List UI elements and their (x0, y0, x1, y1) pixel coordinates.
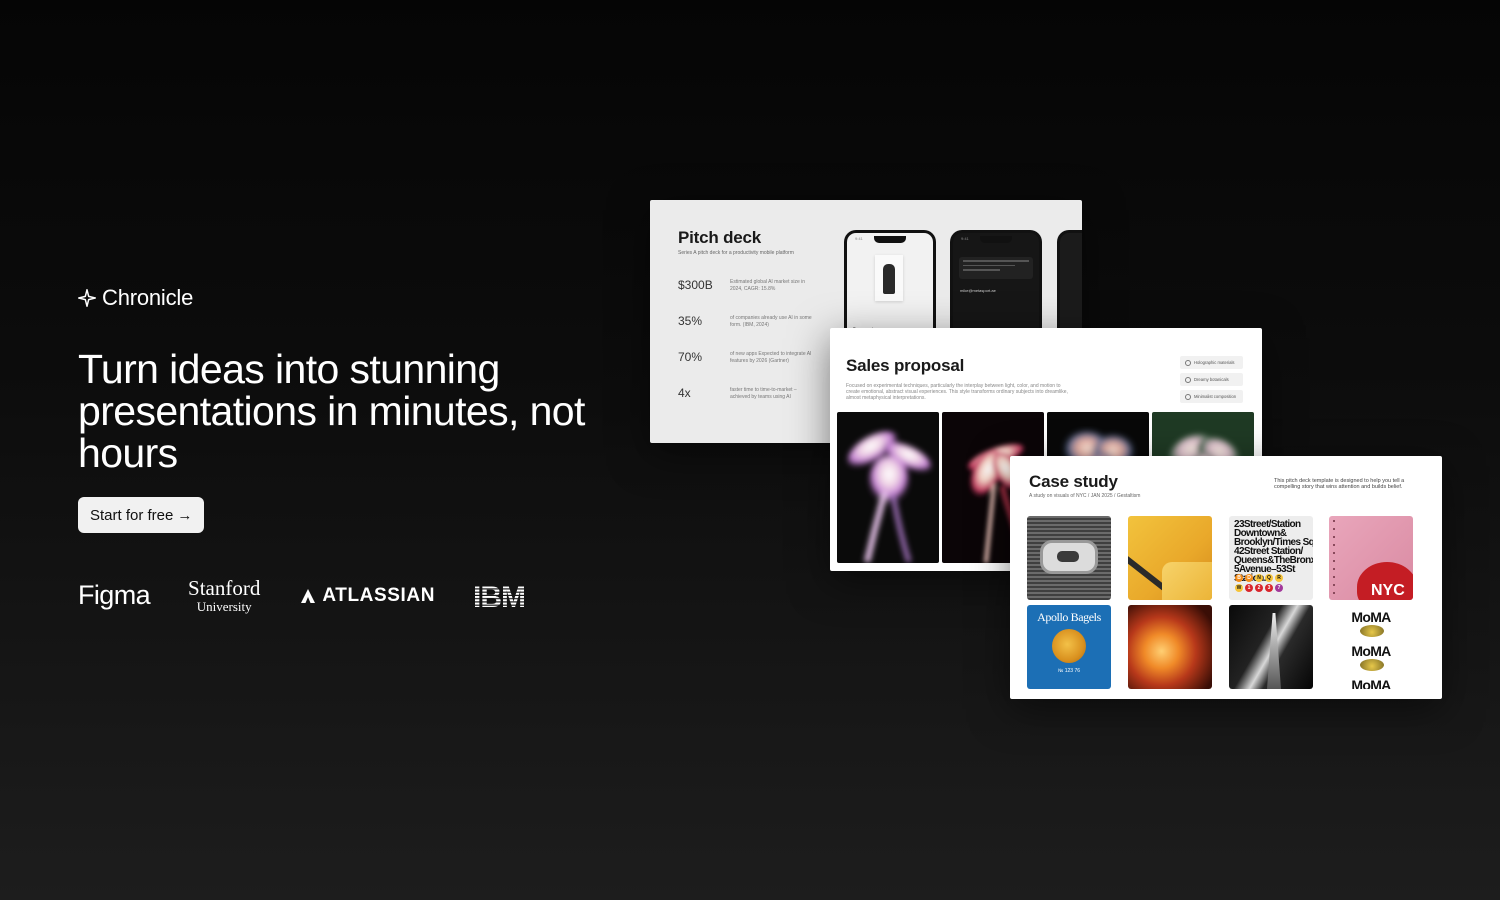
cta-label: Start for free (90, 506, 174, 524)
figma-logo: Figma (78, 580, 151, 610)
stat-row: 70% of new apps Expected to integrate AI… (678, 350, 812, 364)
phone-mockup: 9:41 Buy a poster (844, 230, 936, 340)
hero-headline: Turn ideas into stunning presentations i… (78, 346, 585, 476)
stanford-logo: Stanford University (188, 576, 261, 614)
style-chips: Holographic materials Dreamy botanicals … (1180, 356, 1243, 403)
moma-poster-tile: MoMA MoMA MoMA (1329, 605, 1413, 689)
skyscraper-image-tile (1229, 605, 1313, 689)
sparkle-icon (78, 289, 96, 307)
nyc-typography-tile: 23Street/Station Downtown& Brooklyn/Time… (1229, 516, 1313, 600)
sales-proposal-description: Focused on experimental techniques, part… (846, 383, 1068, 401)
case-study-subtitle: A study on visuals of NYC / JAN 2025 / G… (1029, 493, 1141, 499)
start-for-free-button[interactable]: Start for free → (78, 497, 205, 533)
arrow-right-icon: → (177, 506, 193, 524)
style-chip: Minimalist composition (1180, 390, 1243, 403)
case-study-card[interactable]: Case study A study on visuals of NYC / J… (1010, 456, 1442, 699)
case-study-title: Case study (1029, 472, 1118, 491)
atlassian-logo: ATLASSIAN (300, 585, 435, 607)
motion-blur-image-tile (1128, 605, 1212, 689)
sales-proposal-title: Sales proposal (846, 356, 965, 375)
chip-dot-icon (1185, 359, 1191, 366)
stat-row: $300B Estimated global AI market size in… (678, 278, 806, 292)
brand-name: Chronicle (102, 285, 194, 310)
stat-row: 4x faster time to time-to-market – achie… (678, 386, 797, 400)
svg-text:IBM: IBM (473, 583, 525, 609)
ibm-logo: IBM (473, 583, 535, 609)
camera-image-tile (1027, 516, 1111, 600)
stat-row: 35% of companies already use AI in some … (678, 314, 812, 328)
atlassian-mark-icon (301, 588, 316, 603)
chip-dot-icon (1185, 376, 1191, 383)
subway-line-badges: B D N Q R W 1 2 3 7 (1235, 574, 1285, 592)
customer-logos: Figma Stanford University ATLASSIAN IBM (78, 576, 535, 614)
style-chip: Holographic materials (1180, 356, 1243, 369)
apollo-bagels-tile: Apollo Bagels № 123 76 (1027, 605, 1111, 689)
pitch-deck-title: Pitch deck (678, 228, 762, 247)
case-study-description: This pitch deck template is designed to … (1274, 478, 1405, 490)
nyc-apple-image-tile: NYC (1329, 516, 1413, 600)
style-chip: Dreamy botanicals (1180, 373, 1243, 386)
pitch-deck-subtitle: Series A pitch deck for a productivity m… (678, 250, 794, 256)
brand-logo[interactable]: Chronicle (78, 285, 193, 311)
phone-mockup: 9:41 mike@metasport.ae (950, 230, 1042, 340)
flower-image (837, 412, 939, 563)
poster-image (875, 255, 903, 301)
chip-dot-icon (1185, 393, 1191, 400)
phone-mockup (1057, 230, 1082, 340)
email-label: mike@metasport.ae (960, 288, 996, 293)
yellow-taxi-image-tile (1128, 516, 1212, 600)
